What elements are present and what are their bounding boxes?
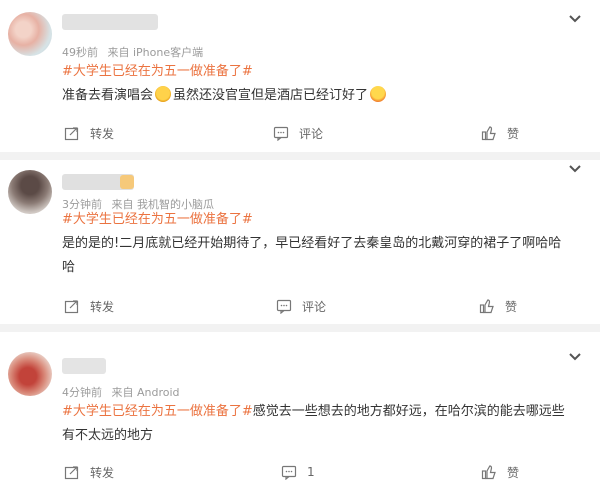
comment-icon (281, 465, 297, 480)
post-content: #大学生已经在为五一做准备了# 是的是的!二月底就已经开始期待了，早已经看好了去… (62, 208, 576, 280)
username-blurred[interactable] (62, 358, 106, 374)
chevron-down-icon[interactable] (568, 14, 582, 24)
comment-button[interactable]: 评论 (273, 123, 323, 143)
comment-card: 4分钟前 来自 Android #大学生已经在为五一做准备了#感觉去一些想去的地… (0, 332, 600, 492)
member-badge-icon (120, 175, 134, 189)
topic-hashtag[interactable]: #大学生已经在为五一做准备了# (62, 64, 253, 79)
divider (0, 324, 600, 332)
comment-button[interactable]: 评论 (276, 296, 326, 316)
comment-label: 评论 (299, 126, 324, 141)
like-icon (481, 126, 496, 141)
content-text: 哈 (62, 260, 76, 275)
comment-label: 评论 (302, 299, 327, 314)
post-meta: 4分钟前 来自 Android (62, 384, 186, 400)
comment-card: 49秒前 来自 iPhone客户端 #大学生已经在为五一做准备了# 准备去看演唱… (0, 0, 600, 152)
avatar[interactable] (8, 352, 52, 396)
topic-hashtag[interactable]: #大学生已经在为五一做准备了# (62, 212, 253, 227)
avatar[interactable] (8, 12, 52, 56)
post-content: #大学生已经在为五一做准备了# 准备去看演唱会 虽然还没官宣但是酒店已经订好了 (62, 60, 576, 108)
action-bar: 转发 1 赞 (0, 462, 600, 482)
repost-icon (64, 466, 79, 480)
username-blurred[interactable] (62, 14, 158, 30)
like-button[interactable]: 赞 (481, 462, 519, 482)
repost-button[interactable]: 转发 (64, 462, 114, 482)
post-source: 来自 Android (111, 386, 180, 399)
content-text: 准备去看演唱会 (62, 88, 154, 103)
topic-hashtag[interactable]: #大学生已经在为五一做准备了# (62, 404, 253, 419)
content-text: 虽然还没官宣但是酒店已经订好了 (173, 88, 369, 103)
repost-label: 转发 (90, 465, 115, 480)
timestamp: 49秒前 (62, 46, 98, 59)
repost-button[interactable]: 转发 (64, 123, 114, 143)
comment-icon (276, 299, 292, 314)
post-meta: 49秒前 来自 iPhone客户端 (62, 44, 209, 60)
weibo-comment-feed: 49秒前 来自 iPhone客户端 #大学生已经在为五一做准备了# 准备去看演唱… (0, 0, 600, 492)
chevron-down-icon[interactable] (568, 352, 582, 362)
content-text: 是的是的!二月底就已经开始期待了，早已经看好了去秦皇岛的北戴河穿的裙子了啊哈哈 (62, 236, 562, 251)
content-text: 有不太远的地方 (62, 428, 154, 443)
repost-icon (64, 300, 79, 314)
comment-icon (273, 126, 289, 141)
like-label: 赞 (507, 126, 520, 141)
action-bar: 转发 评论 赞 (0, 123, 600, 143)
like-icon (479, 299, 494, 314)
pray-emoji-icon (155, 86, 172, 102)
post-source: 来自 iPhone客户端 (107, 46, 204, 59)
like-button[interactable]: 赞 (479, 296, 517, 316)
repost-button[interactable]: 转发 (64, 296, 114, 316)
comment-card: 3分钟前 来自 我机智的小脑瓜 #大学生已经在为五一做准备了# 是的是的!二月底… (0, 160, 600, 324)
divider (0, 152, 600, 160)
content-text: 感觉去一些想去的地方都好远，在哈尔滨的能去哪远些 (252, 404, 565, 419)
repost-icon (64, 127, 79, 141)
repost-label: 转发 (90, 126, 115, 141)
avatar[interactable] (8, 170, 52, 214)
repost-label: 转发 (90, 299, 115, 314)
like-icon (481, 465, 496, 480)
like-button[interactable]: 赞 (481, 123, 519, 143)
comment-button[interactable]: 1 (281, 462, 315, 482)
timestamp: 4分钟前 (62, 386, 102, 399)
laugh-cry-emoji-icon (370, 86, 387, 102)
like-label: 赞 (507, 465, 520, 480)
like-label: 赞 (505, 299, 518, 314)
post-content: #大学生已经在为五一做准备了#感觉去一些想去的地方都好远，在哈尔滨的能去哪远些 … (62, 400, 576, 448)
chevron-down-icon[interactable] (568, 164, 582, 174)
comment-count: 1 (307, 465, 315, 479)
action-bar: 转发 评论 赞 (0, 296, 600, 316)
